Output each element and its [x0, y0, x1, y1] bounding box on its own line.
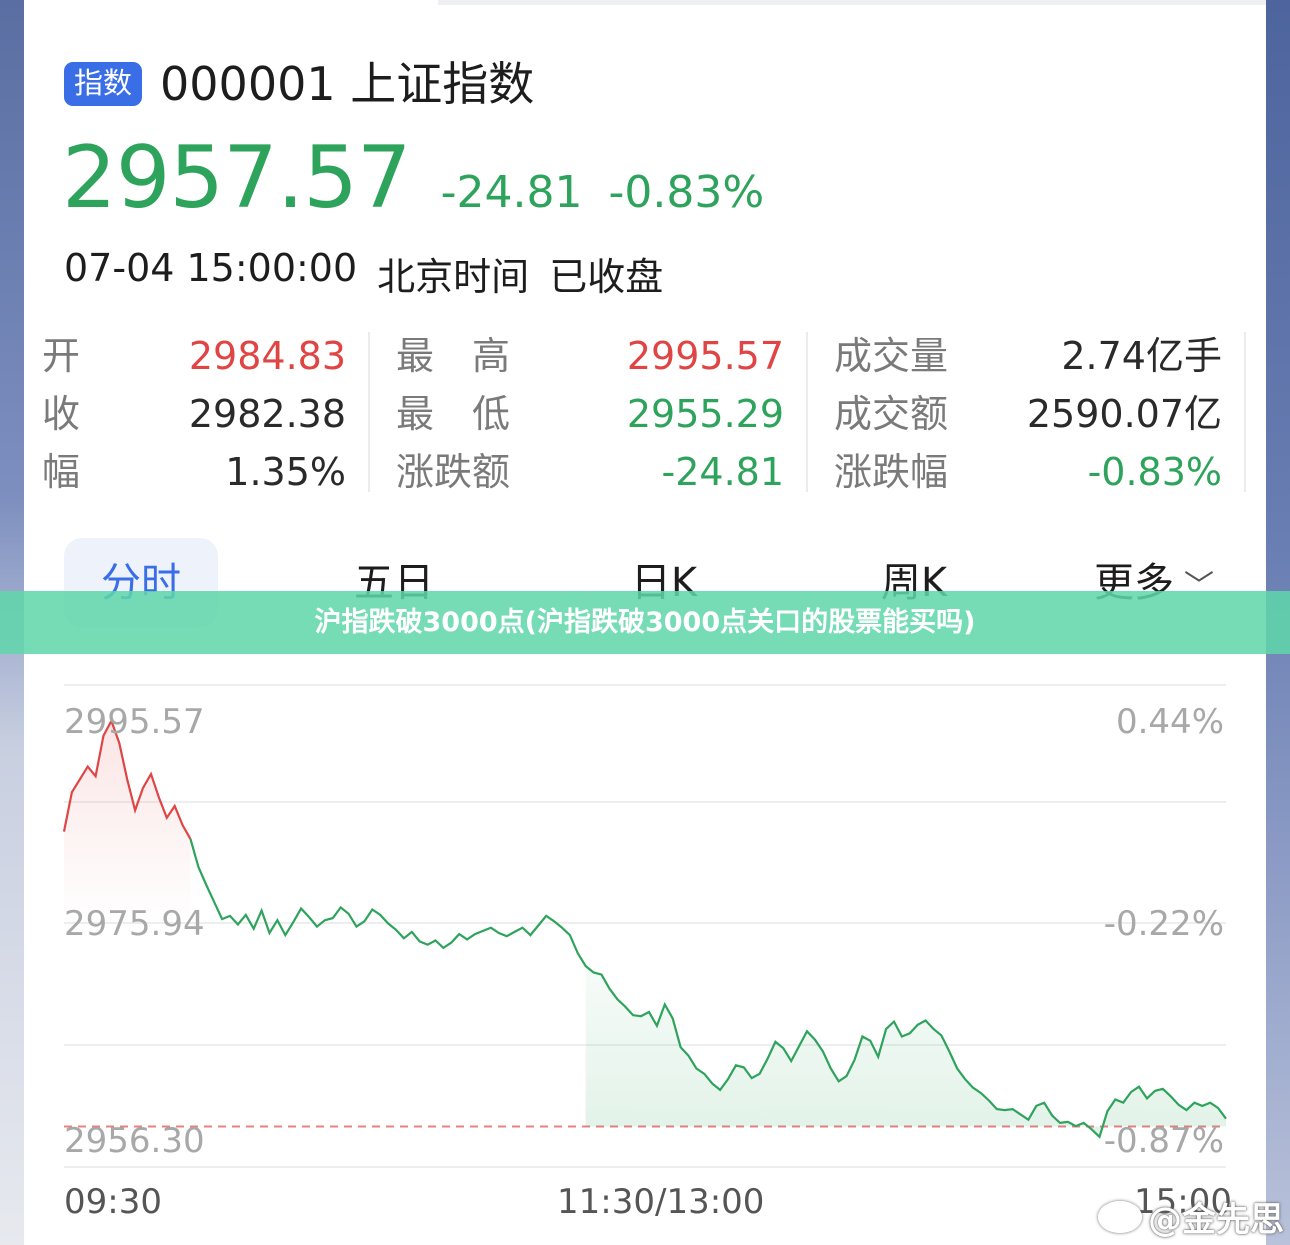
stat-value: 2982.38	[188, 392, 346, 436]
stat-value: -24.81	[661, 450, 785, 494]
price-row: 2957.57 -24.81 -0.83%	[62, 128, 764, 228]
stats-divider	[806, 332, 808, 492]
stat-value: 2995.57	[626, 334, 784, 378]
stat-label: 涨跌幅	[834, 450, 949, 494]
stats-column-1: 开 2984.83 收 2982.38 幅 1.35%	[42, 328, 346, 496]
stat-amplitude: 幅 1.35%	[42, 444, 346, 500]
quote-timezone: 北京时间	[377, 255, 530, 299]
weibo-icon	[1098, 1200, 1142, 1233]
watermark: @金先思	[1098, 1192, 1284, 1241]
stat-low: 最 低 2955.29	[396, 386, 784, 442]
stat-value: 2984.83	[188, 334, 346, 378]
watermark-text: @金先思	[1148, 1200, 1284, 1240]
stats-divider	[1244, 332, 1246, 492]
x-tick-mid: 11:30/13:00	[557, 1182, 765, 1222]
stats-divider	[368, 332, 370, 492]
y-tick-right: -0.87%	[1104, 1121, 1224, 1161]
price-change-percent: -0.83%	[608, 167, 765, 218]
stat-label: 收	[42, 392, 81, 436]
stat-turnover: 成交额 2590.07亿	[834, 386, 1222, 442]
y-tick-right: -0.22%	[1104, 904, 1224, 944]
quote-datetime: 07-04 15:00:00	[64, 246, 358, 290]
x-tick-start: 09:30	[64, 1182, 162, 1222]
y-tick-left: 2995.57	[64, 702, 205, 742]
stat-value: -0.83%	[1087, 450, 1222, 494]
stat-label: 最 低	[396, 392, 511, 436]
stat-value: 1.35%	[225, 450, 346, 494]
stat-label: 成交额	[834, 392, 949, 436]
stat-label: 涨跌额	[396, 450, 511, 494]
stat-prev-close: 收 2982.38	[42, 386, 346, 442]
stat-high: 最 高 2995.57	[396, 328, 784, 384]
stat-value: 2.74亿手	[1061, 334, 1222, 378]
current-price: 2957.57	[62, 128, 412, 228]
stat-label: 幅	[42, 450, 81, 494]
headline-banner: 沪指跌破3000点(沪指跌破3000点关口的股票能买吗)	[0, 591, 1290, 654]
green-area-fill	[585, 966, 1226, 1137]
stat-value: 2590.07亿	[1026, 392, 1222, 436]
stock-header: 指数 000001 上证指数	[64, 58, 534, 110]
stat-value: 2955.29	[626, 392, 784, 436]
index-badge: 指数	[64, 62, 143, 106]
market-state: 已收盘	[549, 255, 664, 299]
stat-change-amount: 涨跌额 -24.81	[396, 444, 784, 500]
market-status-row: 07-04 15:00:00 北京时间 已收盘	[64, 246, 663, 301]
stat-label: 开	[42, 334, 81, 378]
price-change: -24.81	[440, 167, 583, 218]
stat-change-percent: 涨跌幅 -0.83%	[834, 444, 1222, 500]
red-area-fill	[64, 721, 191, 925]
stat-open: 开 2984.83	[42, 328, 346, 384]
stock-code-name: 000001 上证指数	[160, 57, 535, 111]
y-tick-left: 2975.94	[64, 904, 205, 944]
y-tick-right: 0.44%	[1116, 702, 1224, 742]
stat-label: 最 高	[396, 334, 511, 378]
stat-volume: 成交量 2.74亿手	[834, 328, 1222, 384]
intraday-chart[interactable]: 2995.57 2975.94 2956.30 0.44% -0.22% -0.87%	[24, 655, 1266, 1175]
stat-label: 成交量	[834, 334, 949, 378]
y-tick-left: 2956.30	[64, 1121, 205, 1161]
top-divider	[438, 0, 1266, 5]
stats-column-3: 成交量 2.74亿手 成交额 2590.07亿 涨跌幅 -0.83%	[834, 328, 1222, 496]
stats-grid: 开 2984.83 收 2982.38 幅 1.35% 最 高 2995.57 最 低 2…	[42, 328, 1246, 496]
stats-column-2: 最 高 2995.57 最 低 2955.29 涨跌额 -24.81	[396, 328, 784, 496]
